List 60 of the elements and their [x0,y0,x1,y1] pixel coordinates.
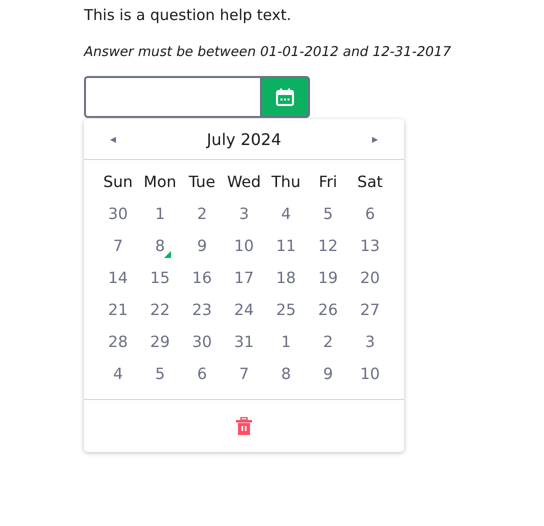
day-cell[interactable]: 8 [139,234,181,259]
day-cell[interactable]: 3 [349,330,391,355]
trash-icon [236,417,252,435]
day-cell[interactable]: 10 [223,234,265,259]
day-cell[interactable]: 18 [265,266,307,291]
hint-text: Answer must be between 01-01-2012 and 12-31-2017 [84,43,452,61]
today-marker [164,251,171,258]
day-cell[interactable]: 2 [181,202,223,227]
weekday-label: Thu [270,172,302,193]
day-cell[interactable]: 1 [265,330,307,355]
day-cell[interactable]: 5 [307,202,349,227]
weekday-label: Tue [188,172,216,193]
day-cell[interactable]: 2 [307,330,349,355]
next-month-button[interactable]: ▸ [368,130,382,148]
day-cell[interactable]: 13 [349,234,391,259]
day-cell[interactable]: 16 [181,266,223,291]
day-cell[interactable]: 7 [97,234,139,259]
day-cell[interactable]: 6 [181,362,223,387]
day-cell[interactable]: 28 [97,330,139,355]
day-cell[interactable]: 9 [181,234,223,259]
day-cell[interactable]: 30 [181,330,223,355]
day-cell[interactable]: 9 [307,362,349,387]
day-cell[interactable]: 10 [349,362,391,387]
day-cell[interactable]: 31 [223,330,265,355]
day-cell[interactable]: 23 [181,298,223,323]
delete-button[interactable] [236,417,252,435]
day-cell[interactable]: 27 [349,298,391,323]
day-cell[interactable]: 19 [307,266,349,291]
weekday-label: Sat [356,172,384,193]
month-title: July 2024 [206,130,282,148]
calendar-button[interactable] [260,76,310,118]
day-cell[interactable]: 17 [223,266,265,291]
day-cell[interactable]: 11 [265,234,307,259]
day-cell[interactable]: 30 [97,202,139,227]
day-cell[interactable]: 7 [223,362,265,387]
calendar-icon [275,87,295,107]
day-cell[interactable]: 5 [139,362,181,387]
day-cell[interactable]: 22 [139,298,181,323]
weekday-label: Wed [226,172,262,193]
day-cell[interactable]: 12 [307,234,349,259]
day-cell[interactable]: 3 [223,202,265,227]
day-cell[interactable]: 20 [349,266,391,291]
day-cell[interactable]: 4 [265,202,307,227]
day-cell[interactable]: 14 [97,266,139,291]
day-cell[interactable]: 24 [223,298,265,323]
help-text: This is a question help text. [84,5,292,25]
weekday-label: Fri [318,172,338,193]
weekday-label: Mon [142,172,178,193]
day-cell[interactable]: 4 [97,362,139,387]
day-cell[interactable]: 1 [139,202,181,227]
day-cell[interactable]: 15 [139,266,181,291]
day-cell[interactable]: 29 [139,330,181,355]
day-cell[interactable]: 8 [265,362,307,387]
weekday-label: Sun [102,172,134,193]
day-cell[interactable]: 6 [349,202,391,227]
day-cell[interactable]: 25 [265,298,307,323]
previous-month-button[interactable]: ◂ [106,130,120,148]
date-input-field[interactable] [84,76,260,118]
day-cell[interactable]: 21 [97,298,139,323]
day-cell[interactable]: 26 [307,298,349,323]
